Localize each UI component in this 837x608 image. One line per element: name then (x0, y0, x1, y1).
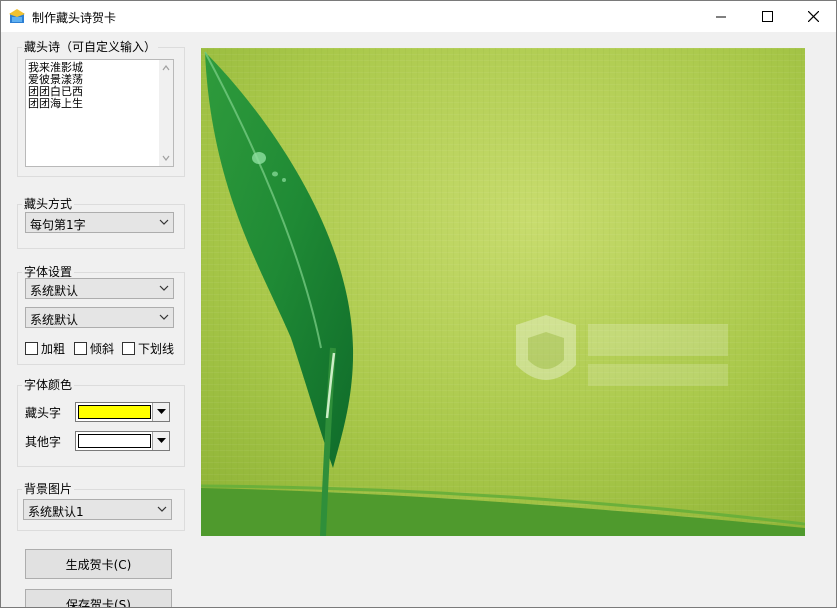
font-size-value: 系统默认 (30, 313, 79, 327)
background-select[interactable]: 系统默认1 (23, 499, 172, 520)
underline-checkbox-box[interactable] (122, 342, 135, 355)
title-bar: 制作藏头诗贺卡 (1, 1, 836, 32)
font-size-select[interactable]: 系统默认 (25, 307, 174, 328)
chevron-down-icon (159, 314, 169, 320)
font-family-select[interactable]: 系统默认 (25, 278, 174, 299)
maximize-icon (761, 11, 773, 22)
bold-checkbox-box[interactable] (25, 342, 38, 355)
poem-text[interactable]: 我来淮影城 爱彼景漾荡 团团白已西 团团海上生 (28, 62, 83, 110)
minimize-icon (715, 16, 726, 18)
chevron-down-icon (159, 219, 169, 225)
other-color-dropdown[interactable] (152, 432, 169, 450)
chevron-down-icon (157, 438, 166, 443)
save-card-button[interactable]: 保存贺卡(S) (25, 589, 172, 607)
underline-checkbox-label: 下划线 (138, 342, 175, 356)
background-select-value: 系统默认1 (28, 505, 84, 519)
underline-checkbox[interactable]: 下划线 (122, 340, 174, 357)
head-color-label: 藏头字 (25, 406, 62, 420)
minimize-button[interactable] (698, 1, 744, 32)
mode-select[interactable]: 每句第1字 (25, 212, 174, 233)
scroll-up-icon[interactable] (162, 64, 170, 72)
chevron-down-icon (157, 409, 166, 414)
app-logo-icon (9, 9, 25, 23)
maximize-button[interactable] (744, 1, 790, 32)
other-color-picker[interactable] (75, 431, 170, 451)
head-color-swatch (78, 405, 151, 419)
other-color-swatch (78, 434, 151, 448)
bold-checkbox[interactable]: 加粗 (25, 340, 65, 357)
app-window: 制作藏头诗贺卡 藏头诗（可自定义输入） 我来淮影城 爱彼景漾荡 团团白已西 团团… (0, 0, 837, 608)
color-group-title: 字体颜色 (22, 378, 75, 392)
head-color-dropdown[interactable] (152, 403, 169, 421)
scroll-down-icon[interactable] (162, 154, 170, 162)
generate-card-button[interactable]: 生成贺卡(C) (25, 549, 172, 579)
card-preview (201, 48, 805, 536)
chevron-down-icon (159, 285, 169, 291)
mode-select-value: 每句第1字 (30, 218, 86, 232)
close-button[interactable] (790, 1, 836, 32)
watermark-logo (516, 315, 728, 386)
other-color-label: 其他字 (25, 435, 62, 449)
poem-group-title: 藏头诗（可自定义输入） (22, 40, 159, 54)
window-title: 制作藏头诗贺卡 (32, 11, 117, 25)
bold-checkbox-label: 加粗 (41, 342, 66, 356)
poem-line: 团团海上生 (28, 97, 83, 110)
poem-textarea[interactable]: 我来淮影城 爱彼景漾荡 团团白已西 团团海上生 (25, 59, 174, 167)
poem-scrollbar[interactable] (159, 60, 173, 166)
color-group: 字体颜色 (17, 378, 185, 467)
head-color-picker[interactable] (75, 402, 170, 422)
italic-checkbox[interactable]: 倾斜 (74, 340, 114, 357)
chevron-down-icon (157, 506, 167, 512)
italic-checkbox-box[interactable] (74, 342, 87, 355)
card-background-image (201, 48, 805, 536)
mode-group-title: 藏头方式 (22, 197, 75, 211)
font-family-value: 系统默认 (30, 284, 79, 298)
italic-checkbox-label: 倾斜 (90, 342, 115, 356)
font-group-title: 字体设置 (22, 265, 75, 279)
close-icon (807, 11, 819, 22)
background-group-title: 背景图片 (22, 482, 75, 496)
